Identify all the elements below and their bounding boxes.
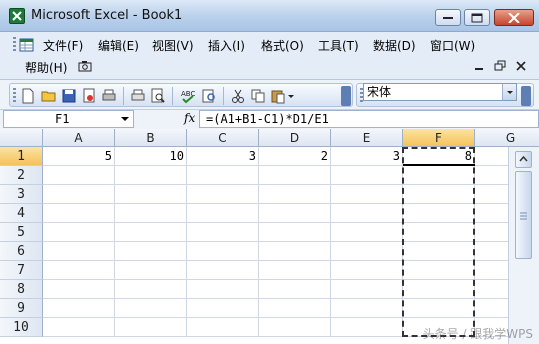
print-icon[interactable] (101, 88, 117, 104)
row-header-4[interactable]: 4 (0, 204, 43, 223)
open-folder-icon[interactable] (41, 88, 57, 104)
row-header-9[interactable]: 9 (0, 299, 43, 318)
paste-dropdown-icon[interactable] (287, 88, 295, 104)
maximize-button[interactable] (464, 9, 490, 26)
row-header-7[interactable]: 7 (0, 261, 43, 280)
toolbar-separator (123, 87, 124, 105)
worksheet-grid: A B C D E F G 1 2 3 4 5 6 7 8 9 10 5 10 3 2 3 8 头条号 / 跟我学WPS (0, 129, 539, 344)
menu-bar: 文件(F) 编辑(E) 视图(V) 插入(I) 格式(O) 工具(T) 数据(D… (0, 32, 539, 80)
gridline-vertical (330, 147, 331, 337)
select-all-corner[interactable] (0, 129, 43, 147)
menu-file[interactable]: 文件(F) (43, 37, 83, 54)
column-header-g[interactable]: G (475, 129, 539, 147)
permission-icon[interactable] (81, 88, 97, 104)
workbook-icon[interactable] (19, 37, 35, 53)
cell-a1[interactable]: 5 (43, 147, 115, 166)
spelling-icon[interactable]: ABC (180, 88, 196, 104)
close-button[interactable] (494, 9, 534, 26)
doc-minimize-icon[interactable] (472, 59, 486, 73)
research-icon[interactable] (201, 88, 217, 104)
minimize-button[interactable] (435, 9, 461, 26)
toolbar-options-chevron[interactable] (341, 86, 351, 106)
toolbar-separator (172, 87, 173, 105)
menu-format[interactable]: 格式(O) (261, 37, 304, 54)
formatting-options-chevron[interactable] (521, 86, 531, 106)
font-name-value: 宋体 (367, 85, 392, 99)
active-cell-indicator (403, 164, 475, 166)
column-header-c[interactable]: C (187, 129, 259, 147)
row-header-10[interactable]: 10 (0, 318, 43, 337)
toolbar-band-standard: ABC (9, 83, 353, 107)
column-header-d[interactable]: D (259, 129, 331, 147)
new-document-icon[interactable] (20, 88, 36, 104)
cell-c1[interactable]: 3 (187, 147, 259, 166)
menu-insert[interactable]: 插入(I) (208, 37, 245, 54)
row-header-6[interactable]: 6 (0, 242, 43, 261)
menu-window[interactable]: 窗口(W) (430, 37, 475, 54)
title-bar: Microsoft Excel - Book1 (0, 0, 539, 32)
row-header-8[interactable]: 8 (0, 280, 43, 299)
window-title: Microsoft Excel - Book1 (31, 8, 183, 23)
doc-restore-icon[interactable] (493, 59, 507, 73)
print-preview-icon[interactable] (150, 88, 166, 104)
standard-toolbar: ABC 宋体 (0, 80, 539, 110)
chevron-down-icon (507, 91, 513, 94)
menu-tools[interactable]: 工具(T) (318, 37, 359, 54)
column-header-b[interactable]: B (115, 129, 187, 147)
font-dropdown-button[interactable] (502, 84, 516, 100)
formula-bar: F1 fx =(A1+B1-C1)*D1/E1 (0, 110, 539, 129)
cut-icon[interactable] (230, 88, 246, 104)
excel-app-icon[interactable] (9, 8, 25, 24)
scroll-thumb[interactable] (515, 171, 532, 259)
name-box-dropdown-icon[interactable] (121, 117, 129, 121)
scroll-up-button[interactable] (515, 151, 532, 168)
save-icon[interactable] (61, 88, 77, 104)
menu-grip-handle[interactable] (13, 37, 16, 53)
doc-close-icon[interactable] (514, 59, 528, 73)
name-box[interactable]: F1 (3, 110, 134, 128)
gridline-vertical (258, 147, 259, 337)
watermark-text: 头条号 / 跟我学WPS (422, 327, 533, 341)
copy-icon[interactable] (250, 88, 266, 104)
cell-b1[interactable]: 10 (115, 147, 187, 166)
copy-selection-marquee (402, 147, 475, 337)
paste-icon[interactable] (270, 88, 286, 104)
formula-input[interactable]: =(A1+B1-C1)*D1/E1 (199, 110, 539, 128)
menu-view[interactable]: 视图(V) (152, 37, 194, 54)
insert-function-icon[interactable]: fx (184, 111, 195, 125)
column-header-e[interactable]: E (331, 129, 403, 147)
cell-e1[interactable]: 3 (331, 147, 403, 166)
row-header-3[interactable]: 3 (0, 185, 43, 204)
menu-edit[interactable]: 编辑(E) (98, 37, 139, 54)
menu-data[interactable]: 数据(D) (373, 37, 416, 54)
row-header-2[interactable]: 2 (0, 166, 43, 185)
vertical-scrollbar[interactable] (508, 147, 539, 344)
row-header-1[interactable]: 1 (0, 147, 43, 166)
name-box-value: F1 (55, 112, 70, 126)
gridline-vertical (186, 147, 187, 337)
menu-help[interactable]: 帮助(H) (25, 59, 67, 76)
toolbar-separator (223, 87, 224, 105)
cell-d1[interactable]: 2 (259, 147, 331, 166)
toolbar-grip[interactable] (13, 88, 16, 102)
column-header-f[interactable]: F (403, 129, 475, 147)
camera-icon[interactable] (78, 59, 92, 73)
quick-print-icon[interactable] (130, 88, 146, 104)
row-header-5[interactable]: 5 (0, 223, 43, 242)
gridline-vertical (114, 147, 115, 337)
font-name-select[interactable]: 宋体 (363, 83, 517, 101)
column-header-a[interactable]: A (43, 129, 115, 147)
